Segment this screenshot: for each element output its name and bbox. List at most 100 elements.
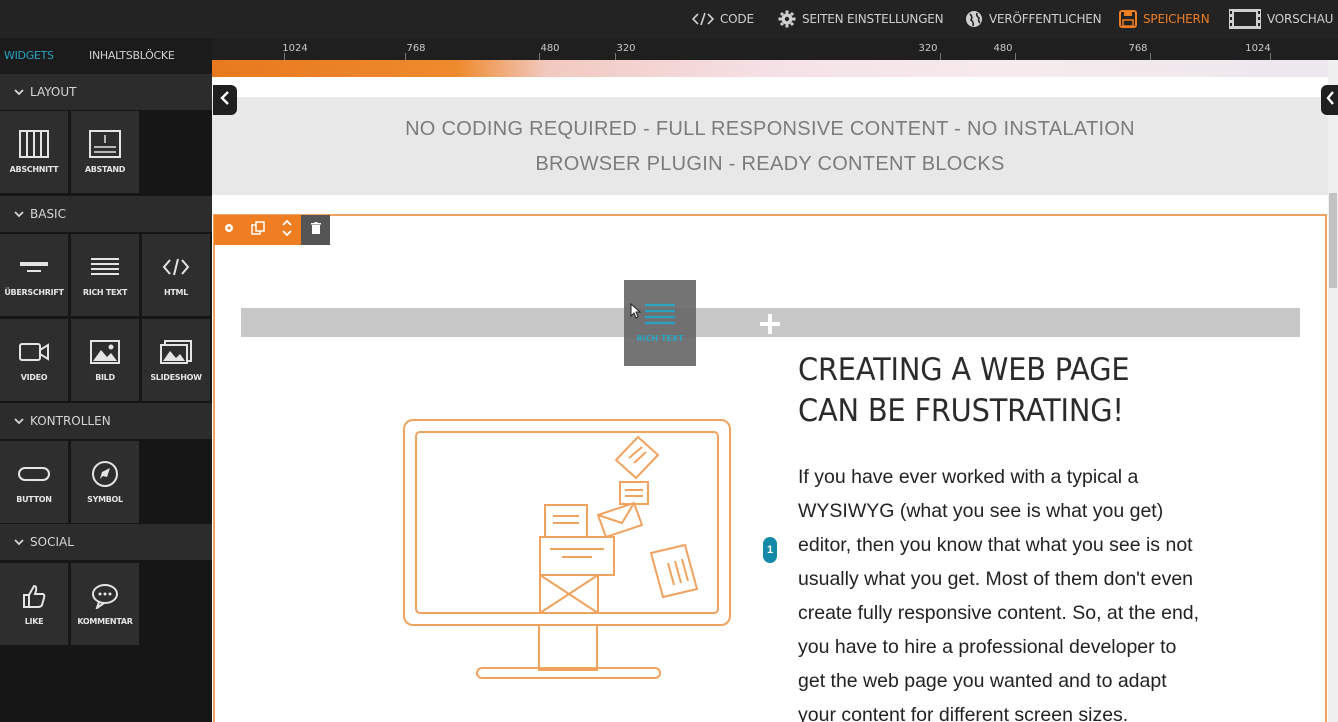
- section-header-layout[interactable]: LAYOUT: [0, 74, 212, 110]
- ruler-tick: [1270, 53, 1271, 60]
- tile-label: BILD: [95, 373, 115, 382]
- page-settings-label: SEITEN EINSTELLUNGEN: [802, 12, 944, 26]
- widget-image[interactable]: BILD: [71, 319, 139, 401]
- widget-spacing[interactable]: ABSTAND: [71, 111, 139, 193]
- widget-comment[interactable]: KOMMENTAR: [71, 563, 139, 645]
- tile-label: HTML: [163, 288, 188, 297]
- ruler-label[interactable]: 480: [993, 43, 1012, 54]
- code-button[interactable]: CODE: [692, 0, 754, 38]
- ruler-tick: [615, 53, 616, 60]
- section-title: SOCIAL: [30, 535, 74, 549]
- collapse-right-panel-button[interactable]: [1321, 85, 1338, 115]
- paragraph-line: WYSIWYG (what you see is what you get): [798, 500, 1164, 522]
- rocket-icon: [91, 459, 119, 489]
- ruler-label[interactable]: 320: [918, 43, 937, 54]
- ruler-label[interactable]: 1024: [282, 43, 307, 54]
- tile-label: SLIDESHOW: [150, 373, 202, 382]
- ruler-tick: [284, 53, 285, 60]
- image-icon: [90, 337, 120, 367]
- tab-widgets[interactable]: WIDGETS: [4, 38, 54, 74]
- scrollbar-thumb[interactable]: [1329, 193, 1337, 288]
- up-down-arrows-icon: [281, 219, 292, 242]
- floppy-disk-icon: [1119, 10, 1137, 28]
- speech-bubble-icon: [91, 581, 119, 611]
- hero-image-strip: [212, 60, 1328, 77]
- save-button[interactable]: SPEICHERN: [1119, 0, 1210, 38]
- banner-block[interactable]: NO CODING REQUIRED - FULL RESPONSIVE CON…: [212, 97, 1328, 195]
- spacing-icon: [89, 129, 121, 159]
- content-paragraph[interactable]: If you have ever worked with a typical a…: [798, 460, 1288, 722]
- section-header-social[interactable]: SOCIAL: [0, 524, 212, 560]
- preview-button[interactable]: VORSCHAU: [1229, 0, 1333, 38]
- video-camera-icon: [19, 337, 49, 367]
- monitor-illustration: [402, 415, 742, 690]
- publish-label: VERÖFFENTLICHEN: [989, 12, 1102, 26]
- publish-button[interactable]: VERÖFFENTLICHEN: [965, 0, 1102, 38]
- widget-button[interactable]: BUTTON: [0, 441, 68, 523]
- tile-label: SYMBOL: [87, 495, 123, 504]
- trash-icon: [310, 221, 321, 239]
- top-toolbar: CODE SEITEN EINSTELLUNGEN VERÖFFENTLICHE…: [0, 0, 1338, 38]
- paragraph-line: create fully responsive content. So, at …: [798, 602, 1200, 624]
- section-settings-button[interactable]: [214, 215, 243, 245]
- widget-symbol[interactable]: SYMBOL: [71, 441, 139, 523]
- widget-like[interactable]: LIKE: [0, 563, 68, 645]
- ruler-label[interactable]: 768: [406, 43, 425, 54]
- tile-label: ABSTAND: [84, 165, 126, 174]
- ruler-tick: [539, 53, 540, 60]
- film-icon: [1229, 9, 1261, 29]
- widget-rich-text[interactable]: RICH TEXT: [71, 234, 139, 316]
- duplicate-button[interactable]: [243, 215, 272, 245]
- widget-slideshow[interactable]: SLIDESHOW: [142, 319, 210, 401]
- page-settings-button[interactable]: SEITEN EINSTELLUNGEN: [778, 0, 944, 38]
- section-toolbar: [214, 215, 330, 245]
- mouse-cursor-icon: [630, 302, 642, 324]
- paragraph-line: editor, then you know that what you see …: [798, 534, 1193, 556]
- widget-html[interactable]: HTML: [142, 234, 210, 316]
- heading-line: CREATING A WEB PAGE: [798, 352, 1130, 388]
- widget-video[interactable]: VIDEO: [0, 319, 68, 401]
- ruler-tick: [405, 53, 406, 60]
- ruler-tick: [1015, 53, 1016, 60]
- canvas-scrollbar[interactable]: [1328, 60, 1338, 722]
- widget-sidebar: WIDGETS INHALTSBLÖCKE LAYOUT ABSCHNITT A…: [0, 38, 212, 722]
- ruler-label[interactable]: 768: [1128, 43, 1147, 54]
- gear-icon: [778, 10, 796, 28]
- chevron-left-icon: [1325, 90, 1334, 110]
- move-button[interactable]: [272, 215, 301, 245]
- section-header-basic[interactable]: BASIC: [0, 196, 212, 232]
- paragraph-line: get the web page you wanted and to adapt: [798, 670, 1167, 692]
- text-lines-icon: [644, 302, 676, 331]
- tile-label: ÜBERSCHRIFT: [4, 288, 64, 297]
- delete-button[interactable]: [301, 215, 330, 245]
- ruler-label[interactable]: 1024: [1245, 43, 1270, 54]
- globe-icon: [965, 10, 983, 28]
- widget-heading[interactable]: ÜBERSCHRIFT: [0, 234, 68, 316]
- breakpoint-ruler: 1024 768 480 320 320 480 768 1024: [212, 38, 1338, 60]
- button-shape-icon: [18, 459, 50, 489]
- widget-section[interactable]: ABSCHNITT: [0, 111, 68, 193]
- chevron-down-icon: [14, 207, 24, 221]
- tile-label: KOMMENTAR: [77, 617, 133, 626]
- preview-label: VORSCHAU: [1267, 12, 1334, 26]
- text-lines-icon: [90, 252, 120, 282]
- code-label: CODE: [720, 12, 754, 26]
- ruler-label[interactable]: 480: [540, 43, 559, 54]
- heading-icon: [19, 252, 49, 282]
- step-badge[interactable]: 1: [763, 537, 777, 563]
- banner-line: BROWSER PLUGIN - READY CONTENT BLOCKS: [535, 153, 1005, 175]
- chevron-left-icon: [220, 90, 230, 110]
- gear-icon: [223, 221, 235, 239]
- tab-content-blocks[interactable]: INHALTSBLÖCKE: [89, 38, 175, 74]
- tile-label: BUTTON: [16, 495, 52, 504]
- collapse-sidebar-button[interactable]: [213, 85, 237, 115]
- columns-icon: [19, 129, 49, 159]
- section-header-controls[interactable]: KONTROLLEN: [0, 403, 212, 439]
- plus-icon[interactable]: [758, 312, 782, 336]
- thumbs-up-icon: [21, 581, 47, 611]
- slideshow-icon: [160, 337, 192, 367]
- section-title: LAYOUT: [30, 85, 77, 99]
- editor-canvas[interactable]: NO CODING REQUIRED - FULL RESPONSIVE CON…: [212, 60, 1328, 722]
- ruler-label[interactable]: 320: [616, 43, 635, 54]
- content-heading[interactable]: CREATING A WEB PAGE CAN BE FRUSTRATING!: [798, 350, 1130, 432]
